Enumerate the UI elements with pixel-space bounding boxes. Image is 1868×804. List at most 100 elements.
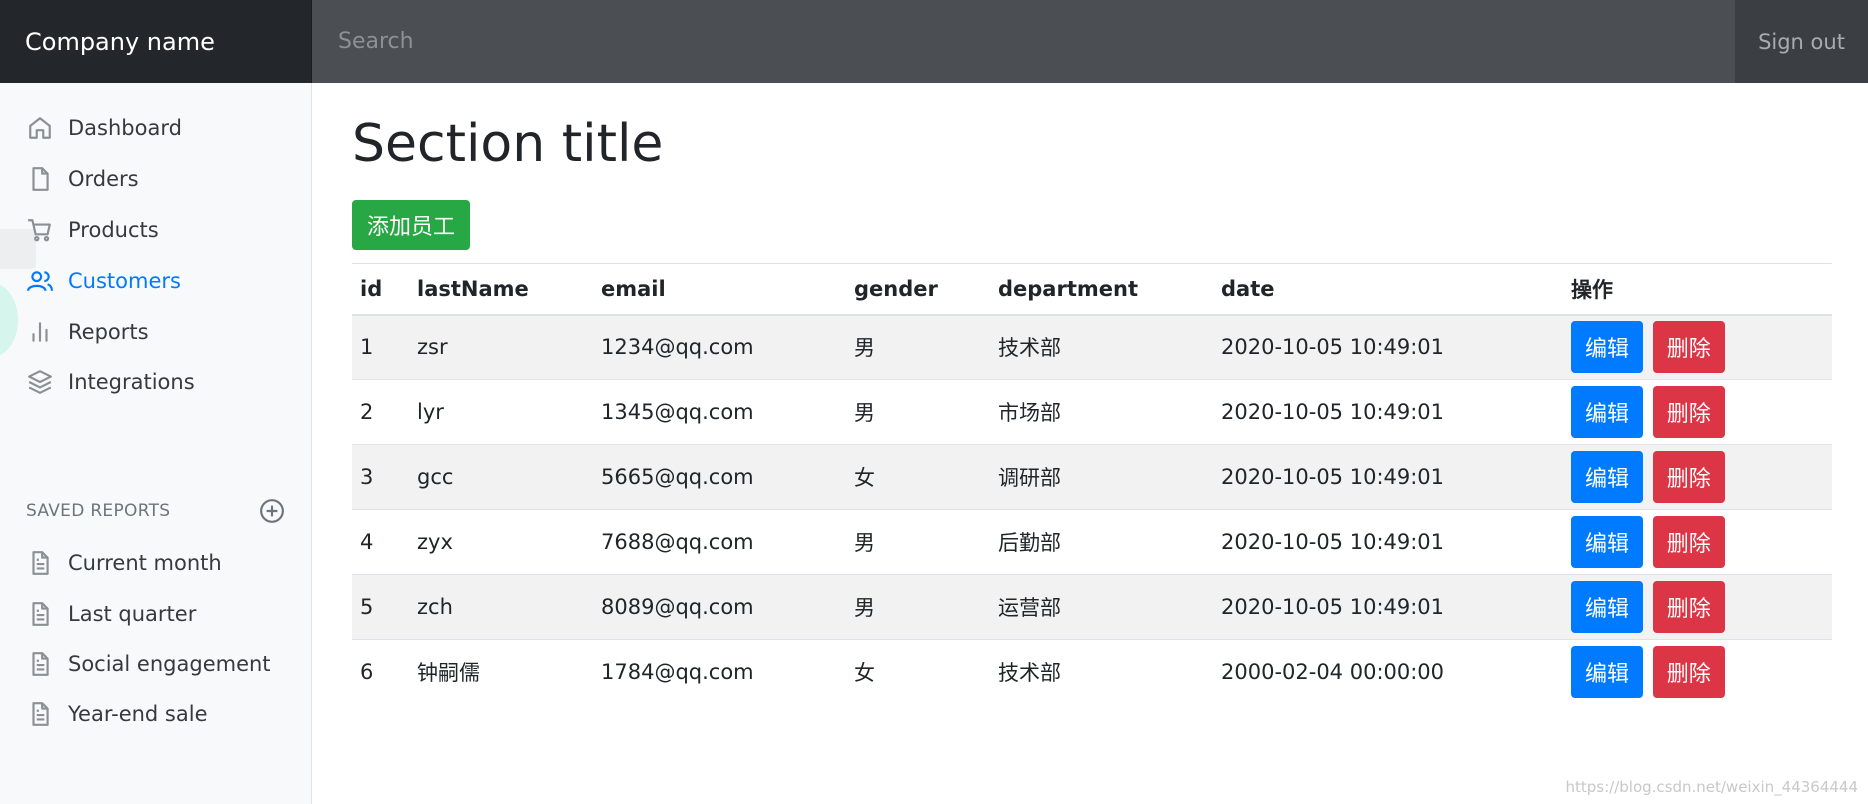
- top-navbar: Company name Sign out: [0, 0, 1868, 83]
- saved-report-social-engagement[interactable]: Social engagement: [0, 639, 312, 689]
- cell-department: 运营部: [990, 574, 1213, 640]
- sidebar-item-dashboard[interactable]: Dashboard: [0, 103, 312, 153]
- column-header-id: id: [352, 263, 409, 316]
- cell-department: 调研部: [990, 444, 1213, 510]
- table-header-row: id lastName email gender department date…: [352, 263, 1832, 316]
- delete-button[interactable]: 删除: [1652, 516, 1725, 568]
- brand-name[interactable]: Company name: [0, 0, 312, 83]
- main-content: Section title 添加员工 id lastName email gen…: [352, 83, 1832, 804]
- column-header-department: department: [990, 263, 1213, 316]
- cell-email: 1784@qq.com: [593, 639, 846, 705]
- watermark-url: https://blog.csdn.net/weixin_44364444: [1565, 778, 1858, 796]
- file-text-icon: [26, 700, 54, 728]
- cell-id: 5: [352, 574, 409, 640]
- cell-lastname: zch: [409, 574, 593, 640]
- sidebar-item-customers[interactable]: Customers: [0, 256, 312, 306]
- saved-report-label: Current month: [68, 551, 222, 575]
- column-header-email: email: [593, 263, 846, 316]
- cell-date: 2000-02-04 00:00:00: [1213, 639, 1563, 705]
- file-icon: [26, 165, 54, 193]
- cell-email: 1234@qq.com: [593, 314, 846, 380]
- edit-button[interactable]: 编辑: [1571, 386, 1644, 438]
- page-title: Section title: [352, 114, 664, 174]
- cell-id: 6: [352, 639, 409, 705]
- column-header-lastname: lastName: [409, 263, 593, 316]
- edit-button[interactable]: 编辑: [1571, 646, 1644, 699]
- cell-lastname: lyr: [409, 379, 593, 445]
- cell-gender: 男: [846, 314, 990, 380]
- cell-gender: 女: [846, 444, 990, 510]
- cell-actions: 编辑 删除: [1563, 314, 1832, 380]
- cell-id: 4: [352, 509, 409, 575]
- delete-button[interactable]: 删除: [1652, 646, 1725, 699]
- saved-report-current-month[interactable]: Current month: [0, 538, 312, 588]
- delete-button[interactable]: 删除: [1652, 581, 1725, 633]
- saved-report-year-end-sale[interactable]: Year-end sale: [0, 689, 312, 739]
- cell-department: 后勤部: [990, 509, 1213, 575]
- plus-circle-icon[interactable]: [258, 497, 286, 525]
- cell-gender: 女: [846, 639, 990, 705]
- sidebar-item-label: Products: [68, 218, 159, 242]
- file-text-icon: [26, 549, 54, 577]
- cell-date: 2020-10-05 10:49:01: [1213, 379, 1563, 445]
- edit-button[interactable]: 编辑: [1571, 321, 1644, 374]
- cell-lastname: zyx: [409, 509, 593, 575]
- employee-table: id lastName email gender department date…: [352, 263, 1832, 705]
- cell-email: 8089@qq.com: [593, 574, 846, 640]
- cell-date: 2020-10-05 10:49:01: [1213, 509, 1563, 575]
- column-header-actions: 操作: [1563, 263, 1832, 316]
- table-row: 2 lyr 1345@qq.com 男 市场部 2020-10-05 10:49…: [352, 379, 1832, 445]
- cell-actions: 编辑 删除: [1563, 639, 1832, 705]
- cell-actions: 编辑 删除: [1563, 574, 1832, 640]
- cell-email: 5665@qq.com: [593, 444, 846, 510]
- column-header-date: date: [1213, 263, 1563, 316]
- table-row: 4 zyx 7688@qq.com 男 后勤部 2020-10-05 10:49…: [352, 509, 1832, 575]
- edit-button[interactable]: 编辑: [1571, 516, 1644, 568]
- home-icon: [26, 114, 54, 142]
- table-row: 3 gcc 5665@qq.com 女 调研部 2020-10-05 10:49…: [352, 444, 1832, 510]
- saved-report-label: Year-end sale: [68, 702, 208, 726]
- cell-lastname: zsr: [409, 314, 593, 380]
- sidebar-item-orders[interactable]: Orders: [0, 154, 312, 204]
- sign-out-link[interactable]: Sign out: [1735, 0, 1868, 83]
- bar-chart-icon: [26, 318, 54, 346]
- cell-lastname: 钟嗣儒: [409, 639, 593, 705]
- edit-button[interactable]: 编辑: [1571, 581, 1644, 633]
- cell-email: 1345@qq.com: [593, 379, 846, 445]
- saved-reports-label: SAVED REPORTS: [26, 501, 171, 521]
- table-row: 1 zsr 1234@qq.com 男 技术部 2020-10-05 10:49…: [352, 314, 1832, 380]
- delete-button[interactable]: 删除: [1652, 386, 1725, 438]
- saved-report-label: Last quarter: [68, 602, 197, 626]
- column-header-gender: gender: [846, 263, 990, 316]
- sidebar-item-label: Customers: [68, 269, 181, 293]
- cart-icon: [26, 216, 54, 244]
- cell-actions: 编辑 删除: [1563, 379, 1832, 445]
- add-employee-button[interactable]: 添加员工: [352, 200, 471, 250]
- sidebar-item-products[interactable]: Products: [0, 205, 312, 255]
- cell-department: 技术部: [990, 314, 1213, 380]
- delete-button[interactable]: 删除: [1652, 451, 1725, 503]
- sidebar-item-reports[interactable]: Reports: [0, 307, 312, 357]
- cell-gender: 男: [846, 574, 990, 640]
- cell-actions: 编辑 删除: [1563, 444, 1832, 510]
- sidebar-item-integrations[interactable]: Integrations: [0, 357, 312, 407]
- file-text-icon: [26, 600, 54, 628]
- saved-reports-heading: SAVED REPORTS: [26, 496, 286, 526]
- layers-icon: [26, 368, 54, 396]
- table-row: 6 钟嗣儒 1784@qq.com 女 技术部 2000-02-04 00:00…: [352, 639, 1832, 705]
- cell-actions: 编辑 删除: [1563, 509, 1832, 575]
- cell-email: 7688@qq.com: [593, 509, 846, 575]
- delete-button[interactable]: 删除: [1652, 321, 1725, 374]
- sidebar-item-label: Integrations: [68, 370, 195, 394]
- saved-report-last-quarter[interactable]: Last quarter: [0, 589, 312, 639]
- cell-lastname: gcc: [409, 444, 593, 510]
- cell-department: 市场部: [990, 379, 1213, 445]
- search-input[interactable]: [312, 0, 1735, 83]
- cell-date: 2020-10-05 10:49:01: [1213, 314, 1563, 380]
- sidebar: Dashboard Orders Products Customers Repo…: [0, 83, 312, 804]
- cell-date: 2020-10-05 10:49:01: [1213, 444, 1563, 510]
- edit-button[interactable]: 编辑: [1571, 451, 1644, 503]
- cell-gender: 男: [846, 379, 990, 445]
- cell-date: 2020-10-05 10:49:01: [1213, 574, 1563, 640]
- sidebar-item-label: Dashboard: [68, 116, 182, 140]
